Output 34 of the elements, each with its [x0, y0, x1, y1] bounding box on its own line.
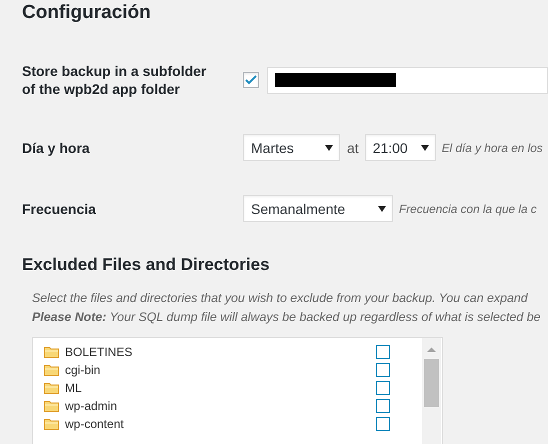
time-select[interactable]: 21:00	[364, 134, 436, 161]
text-field[interactable]	[267, 66, 548, 94]
field-label: Frecuencia	[22, 200, 97, 218]
scrollbar[interactable]	[422, 338, 441, 444]
folder-icon	[44, 400, 59, 412]
folder-name[interactable]: ML	[65, 381, 376, 395]
field-label: Día y hora	[22, 138, 91, 156]
description-text: Select the files and directories that you wish to exclude from your backup. You can expand	[32, 290, 529, 307]
separator-text: at	[347, 140, 359, 156]
frequency-select[interactable]: Semanalmente	[243, 195, 393, 222]
folder-icon	[44, 346, 59, 358]
hint-text: El día y hora en los	[442, 140, 543, 154]
caret-icon	[378, 206, 386, 212]
caret-icon	[420, 144, 429, 150]
field-label: Store backup in a subfolder of the wpb2d app folder	[22, 62, 208, 98]
day-select[interactable]: Martes	[243, 134, 340, 161]
checkbox[interactable]	[243, 72, 259, 88]
folder-icon	[44, 364, 59, 376]
checkbox[interactable]	[376, 381, 390, 395]
folder-name[interactable]: wp-admin	[65, 399, 376, 413]
caret-icon	[325, 144, 333, 150]
hint-text: Frecuencia con la que la c	[399, 202, 537, 216]
note-text: Please Note: Your SQL dump file will always be backed up regardless of what is selected be	[32, 309, 542, 326]
folder-name[interactable]: cgi-bin	[65, 363, 376, 377]
checkbox[interactable]	[376, 399, 390, 413]
folder-icon	[44, 418, 59, 430]
section-heading: Configuración	[22, 1, 152, 25]
folder-name[interactable]: wp-content	[65, 417, 376, 431]
checkbox[interactable]	[376, 417, 390, 431]
folder-icon	[44, 382, 59, 394]
folder-name[interactable]: BOLETINES	[65, 345, 376, 359]
checkbox[interactable]	[376, 363, 390, 377]
section-heading: Excluded Files and Directories	[22, 254, 271, 276]
checkbox[interactable]	[376, 345, 390, 359]
